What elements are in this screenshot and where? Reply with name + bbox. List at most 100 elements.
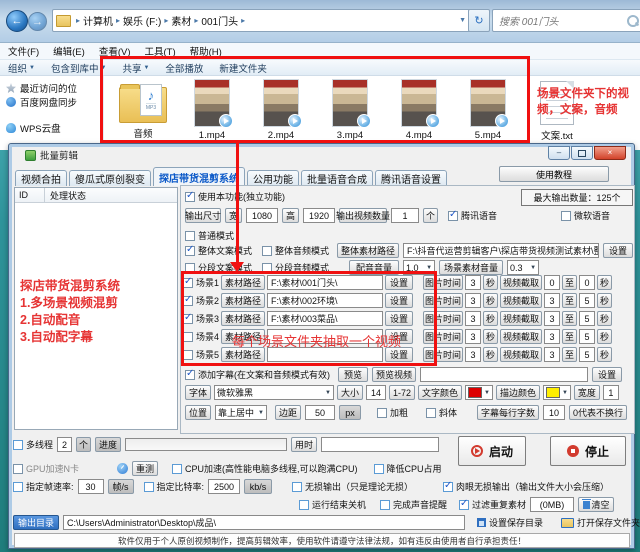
whole-path-button[interactable]: 整体素材路径 (337, 243, 399, 258)
menu-item[interactable]: 帮助(H) (190, 44, 222, 58)
sidebar-item[interactable]: 百度网盘同步 (6, 95, 103, 109)
whole-text-checkbox[interactable]: 整体文案模式 (185, 244, 252, 257)
tab-腾讯语音设置[interactable]: 腾讯语音设置 (375, 170, 447, 186)
video-clip-button[interactable]: 视频截取 (500, 311, 542, 326)
image-time-input[interactable]: 3 (465, 311, 481, 326)
output-size-button[interactable]: 输出尺寸 (185, 208, 221, 223)
preview-button[interactable]: 预览 (338, 367, 368, 382)
sound-checkbox[interactable]: 完成声音提醒 (380, 498, 447, 511)
material-path-button[interactable]: 素材路径 (221, 293, 265, 308)
scene-setting-button[interactable]: 设置 (385, 347, 413, 362)
material-path-input[interactable] (267, 329, 383, 344)
refresh-icon[interactable]: ↻ (468, 9, 490, 32)
scene-checkbox[interactable]: 场景1 (183, 276, 219, 289)
stroke-width-button[interactable]: 宽度 (574, 385, 600, 400)
image-time-button[interactable]: 图片时间 (423, 275, 463, 290)
scene-checkbox[interactable]: 场景2 (183, 294, 219, 307)
cpu-accel-checkbox[interactable]: CPU加速(高性能电脑多线程,可以跑满CPU) (172, 462, 358, 475)
output-count-input[interactable]: 1 (391, 208, 419, 223)
filter-duplicate-checkbox[interactable]: 过滤重复素材 (459, 498, 526, 511)
chars-per-line-input[interactable]: 10 (543, 405, 565, 420)
tab-探店带货混剪系统[interactable]: 探店带货混剪系统 (153, 167, 245, 186)
font-button[interactable]: 字体 (185, 385, 211, 400)
tutorial-button[interactable]: 使用教程 (499, 166, 609, 182)
close-button[interactable]: × (594, 146, 626, 160)
file-item[interactable]: 2.mp4 (252, 79, 310, 153)
start-button[interactable]: 启动 (458, 436, 526, 466)
file-item[interactable]: 3.mp4 (321, 79, 379, 153)
whole-audio-checkbox[interactable]: 整体音频模式 (262, 244, 329, 257)
breadcrumb-item[interactable]: 001门头 (201, 13, 238, 28)
clear-button[interactable]: 清空 (578, 497, 614, 512)
ms-voice-checkbox[interactable]: 微软语音 (561, 209, 610, 222)
file-item[interactable]: 4.mp4 (390, 79, 448, 153)
image-time-button[interactable]: 图片时间 (423, 329, 463, 344)
tab-视频合拍[interactable]: 视频合拍 (15, 170, 67, 186)
file-item[interactable]: ♪MP3音频 (114, 79, 172, 153)
scene-setting-button[interactable]: 设置 (385, 311, 413, 326)
maximize-button[interactable] (571, 146, 593, 160)
toolbar-item[interactable]: 新建文件夹 (219, 61, 267, 75)
toolbar-item[interactable]: 共享▼ (122, 61, 149, 75)
tencent-voice-checkbox[interactable]: 腾讯语音 (448, 209, 497, 222)
font-size-input[interactable]: 14 (366, 385, 386, 400)
margin-input[interactable]: 50 (305, 405, 335, 420)
image-time-button[interactable]: 图片时间 (423, 311, 463, 326)
tab-批量语音合成[interactable]: 批量语音合成 (301, 170, 373, 186)
italic-checkbox[interactable]: 斜体 (426, 406, 457, 419)
clip-from-input[interactable]: 0 (544, 275, 560, 290)
breadcrumb-item[interactable]: 娱乐 (F:) (123, 13, 161, 28)
toolbar-item[interactable]: 组织▼ (8, 61, 35, 75)
image-time-button[interactable]: 图片时间 (423, 293, 463, 308)
lossless-checkbox[interactable]: 无损输出（只是理论无损） (292, 480, 413, 493)
add-subtitle-checkbox[interactable]: 添加字幕(在文案和音频模式有效) (185, 368, 330, 381)
height-label-button[interactable]: 高 (282, 208, 299, 223)
subtitle-setting-button[interactable]: 设置 (592, 367, 622, 382)
text-color-button[interactable]: 文字颜色 (418, 385, 462, 400)
fps-input[interactable]: 30 (78, 479, 104, 494)
stroke-color-select[interactable]: ▼ (543, 385, 571, 400)
clip-from-input[interactable]: 3 (544, 347, 560, 362)
image-time-input[interactable]: 3 (465, 329, 481, 344)
menu-item[interactable]: 查看(V) (99, 44, 131, 58)
file-item[interactable]: 5.mp4 (459, 79, 517, 153)
back-icon[interactable]: ← (6, 10, 28, 32)
menu-item[interactable]: 工具(T) (144, 44, 175, 58)
menu-item[interactable]: 编辑(E) (53, 44, 85, 58)
visual-lossless-checkbox[interactable]: 肉眼无损输出（输出文件大小会压缩） (443, 480, 609, 493)
file-item[interactable]: 文案.txt (528, 79, 586, 153)
search-input[interactable]: 搜索 001门头 (492, 9, 640, 32)
preview-video-button[interactable]: 预览视频 (372, 367, 416, 382)
position-button[interactable]: 位置 (185, 405, 211, 420)
scene-setting-button[interactable]: 设置 (385, 329, 413, 344)
task-list[interactable]: ID 处理状态 (14, 187, 178, 430)
position-select[interactable]: 靠上居中▼ (215, 405, 267, 420)
height-input[interactable]: 1920 (303, 208, 335, 223)
breadcrumb-item[interactable]: 素材 (171, 13, 191, 28)
material-path-button[interactable]: 素材路径 (221, 275, 265, 290)
sidebar-item[interactable]: WPS云盘 (6, 121, 103, 135)
text-color-select[interactable]: ▼ (465, 385, 493, 400)
menu-item[interactable]: 文件(F) (8, 44, 39, 58)
retest-button[interactable]: 重测 (132, 461, 158, 476)
chars-per-line-button[interactable]: 字幕每行字数 (477, 405, 539, 420)
file-item[interactable]: 1.mp4 (183, 79, 241, 153)
scene-setting-button[interactable]: 设置 (385, 275, 413, 290)
open-save-dir-button[interactable]: 打开保存文件夹 (561, 516, 640, 529)
use-function-checkbox[interactable]: 使用本功能(独立功能) (185, 190, 285, 203)
clip-to-input[interactable]: 5 (579, 311, 595, 326)
bold-checkbox[interactable]: 加粗 (377, 406, 408, 419)
preview-path-input[interactable] (420, 367, 588, 382)
low-cpu-checkbox[interactable]: 降低CPU占用 (374, 462, 442, 475)
stroke-width-input[interactable]: 1 (603, 385, 619, 400)
video-clip-button[interactable]: 视频截取 (500, 275, 542, 290)
shutdown-checkbox[interactable]: 运行结束关机 (299, 498, 366, 511)
video-clip-button[interactable]: 视频截取 (500, 329, 542, 344)
material-path-input[interactable]: F:\素材\003菜品\ (267, 311, 383, 326)
threads-checkbox[interactable]: 多线程 (13, 438, 53, 451)
whole-path-setting-button[interactable]: 设置 (603, 243, 633, 258)
scene-volume-button[interactable]: 场景素材音量 (439, 260, 503, 275)
image-time-input[interactable]: 3 (465, 293, 481, 308)
image-time-button[interactable]: 图片时间 (423, 347, 463, 362)
material-path-input[interactable]: F:\素材\002环境\ (267, 293, 383, 308)
